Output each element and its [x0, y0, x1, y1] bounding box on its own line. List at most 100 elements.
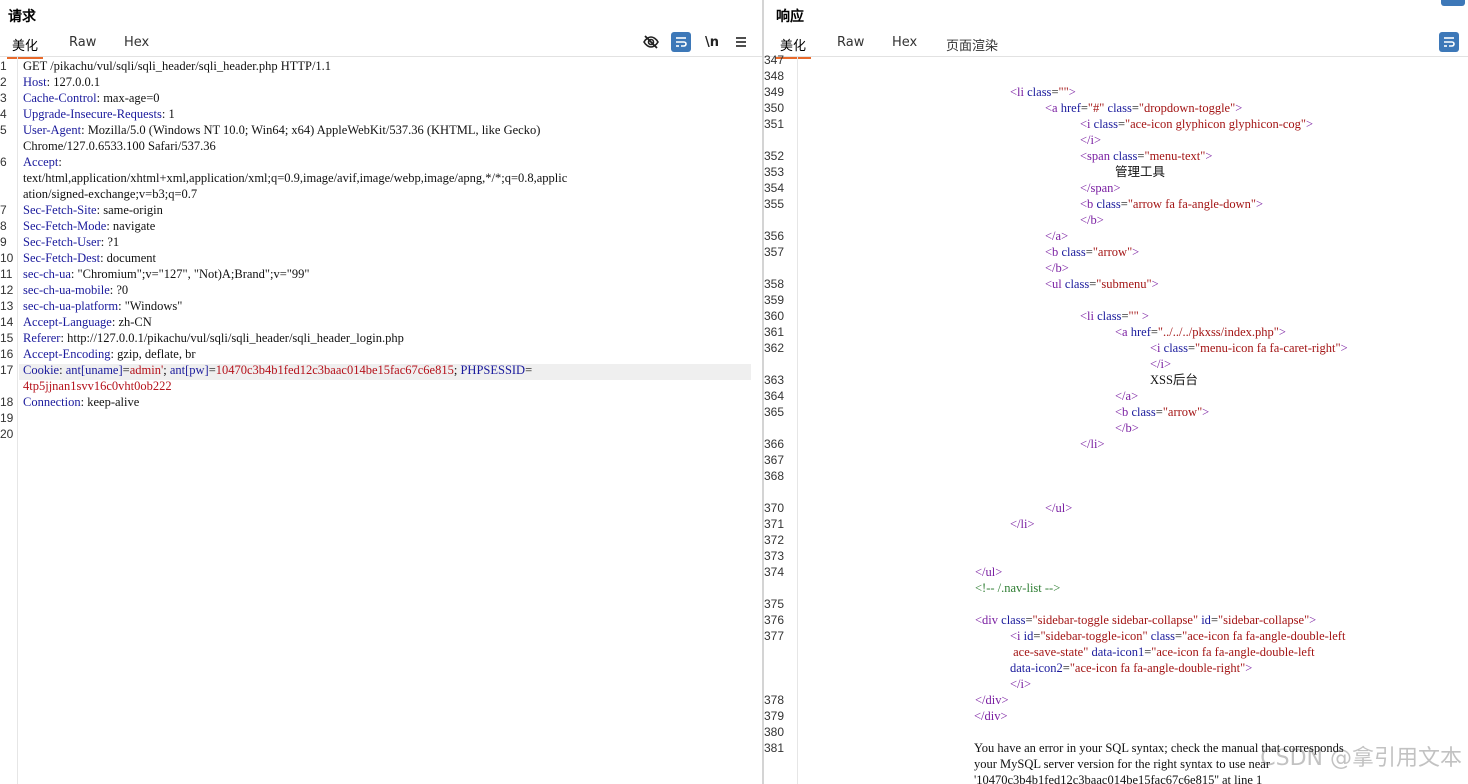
line-number: 360: [764, 309, 785, 323]
tab-hex[interactable]: Hex: [124, 35, 149, 50]
attr-value: "ace-icon fa fa-angle-double-left: [1151, 645, 1315, 659]
response-line: <i class="menu-icon fa fa-caret-right">: [1150, 340, 1348, 356]
tag-name: </i: [1150, 357, 1164, 371]
header-value: "Windows": [121, 299, 183, 313]
request-line: Upgrade-Insecure-Requests: 1: [23, 106, 175, 122]
tag-name: </ul: [975, 565, 996, 579]
line-number: 378: [764, 693, 785, 707]
line-number: 354: [764, 181, 785, 195]
tag-close: >: [1097, 437, 1105, 451]
newline-icon[interactable]: \n: [702, 32, 722, 52]
tag-name: <i: [1010, 629, 1021, 643]
request-line: Accept-Language: zh-CN: [23, 314, 152, 330]
response-line: <a href="#" class="dropdown-toggle">: [1045, 100, 1242, 116]
line-number: 10: [0, 251, 14, 265]
header-name: Sec-Fetch-Dest: [23, 251, 101, 265]
line-number: 375: [764, 597, 785, 611]
line-number: 376: [764, 613, 785, 627]
tag-close: >: [1340, 341, 1348, 355]
line-number: 13: [0, 299, 14, 313]
tag-name: <span: [1080, 149, 1110, 163]
header-name: Cookie: [23, 363, 60, 377]
tab-pretty[interactable]: 美化: [7, 35, 44, 59]
tab-hex[interactable]: Hex: [892, 35, 917, 50]
attr-name: class: [1107, 101, 1132, 115]
tag-name: </b: [1115, 421, 1132, 435]
line-number: 2: [0, 75, 7, 89]
request-line: Referer: http://127.0.0.1/pikachu/vul/sq…: [23, 330, 404, 346]
header-name: sec-ch-ua-platform: [23, 299, 119, 313]
header-value: zh-CN: [115, 315, 152, 329]
tag-name: </a: [1045, 229, 1062, 243]
attr-value: ace-save-state": [1013, 645, 1089, 659]
line-number: 359: [764, 293, 785, 307]
line-number: 357: [764, 245, 785, 259]
request-pane: 请求 美化 Raw Hex \n 1 2 3 4 5 6 7 8 9 10 11 12 13 14 15 16…: [0, 0, 763, 784]
response-line: <i class="ace-icon glyphicon glyphicon-c…: [1080, 116, 1313, 132]
line-number: 349: [764, 85, 785, 99]
attr-name: data-icon1: [1091, 645, 1145, 659]
response-line: </div>: [974, 708, 1008, 724]
wrap-icon[interactable]: [671, 32, 691, 52]
attr-name: class: [1064, 277, 1090, 291]
attr-name: class: [1027, 85, 1052, 99]
header-value: ?0: [113, 283, 129, 297]
tag-name: </b: [1045, 261, 1062, 275]
request-title: 请求: [8, 9, 36, 25]
tab-render[interactable]: 页面渲染: [946, 35, 998, 54]
tag-close: >: [1131, 421, 1139, 435]
tag-name: </i: [1080, 133, 1094, 147]
scroll-indicator[interactable]: [1441, 0, 1465, 6]
response-line: data-icon2="ace-icon fa fa-angle-double-…: [1010, 660, 1252, 676]
response-line: </a>: [1045, 228, 1068, 244]
request-line: Sec-Fetch-Site: same-origin: [23, 202, 163, 218]
header-name: Connection: [23, 395, 81, 409]
line-number: 380: [764, 725, 785, 739]
response-line: <b class="arrow fa fa-angle-down">: [1080, 196, 1263, 212]
tag-name: <b: [1115, 405, 1129, 419]
header-value: same-origin: [100, 203, 163, 217]
wrap-icon[interactable]: [1439, 32, 1459, 52]
equals: =: [1085, 245, 1093, 259]
eye-off-icon[interactable]: [641, 32, 661, 52]
line-number: 372: [764, 533, 785, 547]
equals: =: [1187, 341, 1196, 355]
header-value: gzip, deflate, br: [113, 347, 196, 361]
tab-raw[interactable]: Raw: [837, 35, 864, 50]
line-number: 16: [0, 347, 14, 361]
tag-name: </div: [974, 709, 1001, 723]
attr-name: id: [1201, 613, 1211, 627]
line-number: 14: [0, 315, 14, 329]
header-value: document: [103, 251, 156, 265]
attr-name: data-icon2: [1010, 661, 1063, 675]
header-name: Accept-Language: [23, 315, 112, 329]
response-title: 响应: [776, 9, 804, 25]
tag-name: <a: [1045, 101, 1058, 115]
tag-close: >: [1151, 277, 1159, 291]
header-value: 1: [165, 107, 175, 121]
menu-icon[interactable]: [731, 32, 751, 52]
response-line: <!-- /.nav-list -->: [975, 580, 1060, 596]
tab-raw[interactable]: Raw: [69, 35, 96, 50]
attr-value: "arrow fa fa-angle-down": [1127, 197, 1257, 211]
attr-value: "menu-icon fa fa-caret-right": [1195, 341, 1341, 355]
response-line: <ul class="submenu">: [1045, 276, 1159, 292]
line-number: 352: [764, 149, 785, 163]
cookie-value: 10470c3b4b1fed12c3baac014be15fac67c6e815: [215, 363, 454, 377]
line-number: 356: [764, 229, 785, 243]
tag-name: <i: [1080, 117, 1091, 131]
tag-name: <li: [1010, 85, 1024, 99]
attr-name: class: [1113, 149, 1138, 163]
header-value: Mozilla/5.0 (Windows NT 10.0; Win64; x64…: [84, 123, 541, 137]
header-name: Accept-Encoding: [23, 347, 111, 361]
request-line: Accept-Encoding: gzip, deflate, br: [23, 346, 196, 362]
attr-value: "../../../pkxss/index.php": [1157, 325, 1279, 339]
line-number: 350: [764, 101, 785, 115]
tag-close: >: [1202, 405, 1210, 419]
attr-name: class: [1093, 117, 1118, 131]
line-number: 4: [0, 107, 7, 121]
colon: :: [59, 363, 66, 377]
header-value: max-age=0: [100, 91, 160, 105]
tag-name: </li: [1010, 517, 1028, 531]
line-number: 12: [0, 283, 14, 297]
